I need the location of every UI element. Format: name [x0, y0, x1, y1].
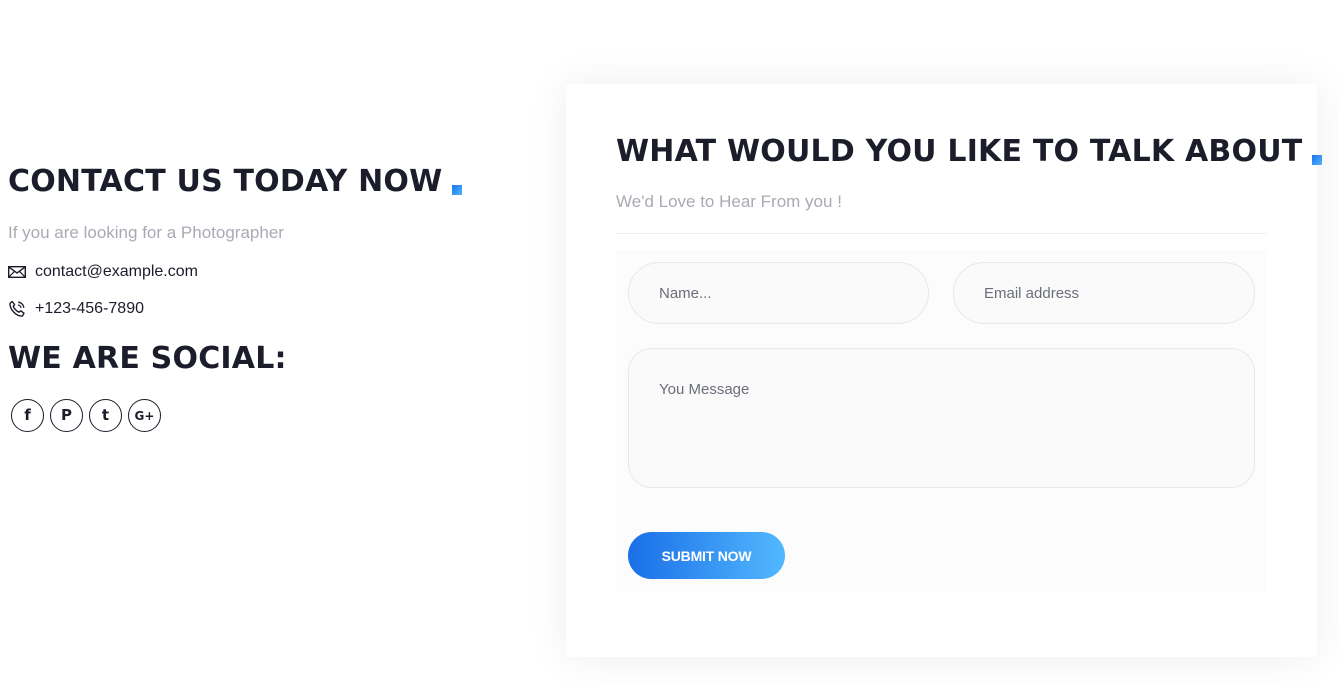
- phone-icon: [8, 300, 26, 318]
- facebook-button[interactable]: f: [11, 399, 44, 432]
- contact-subtitle: If you are looking for a Photographer: [8, 223, 284, 242]
- form-title-text: WHAT WOULD YOU LIKE TO TALK ABOUT: [616, 134, 1303, 169]
- submit-button[interactable]: SUBMIT NOW: [628, 532, 785, 579]
- google-plus-icon: G+: [134, 408, 155, 423]
- form-divider: [616, 233, 1267, 234]
- contact-title-text: CONTACT US TODAY NOW: [8, 164, 443, 199]
- message-textarea[interactable]: [628, 348, 1255, 488]
- twitter-icon: t: [101, 406, 110, 424]
- facebook-icon: f: [24, 406, 31, 424]
- pinterest-icon: P: [61, 406, 72, 424]
- google-plus-button[interactable]: G+: [128, 399, 161, 432]
- contact-email[interactable]: contact@example.com: [35, 263, 198, 281]
- email-input[interactable]: [953, 262, 1255, 324]
- social-title: WE ARE SOCIAL:: [8, 341, 287, 376]
- envelope-icon: [8, 263, 26, 281]
- pinterest-button[interactable]: P: [50, 399, 83, 432]
- title-accent-square: [452, 185, 463, 195]
- contact-form: SUBMIT NOW: [616, 250, 1267, 592]
- form-title-accent-square: [1312, 155, 1323, 165]
- form-title: WHAT WOULD YOU LIKE TO TALK ABOUT: [616, 132, 1323, 172]
- contact-phone-row: +123-456-7890: [8, 298, 144, 320]
- twitter-button[interactable]: t: [89, 399, 122, 432]
- social-links: f P t G+: [11, 399, 161, 432]
- name-input[interactable]: [628, 262, 929, 324]
- contact-title: CONTACT US TODAY NOW: [8, 162, 463, 202]
- contact-email-row: contact@example.com: [8, 261, 198, 283]
- contact-form-card: WHAT WOULD YOU LIKE TO TALK ABOUT We'd L…: [566, 84, 1323, 657]
- form-subtitle: We'd Love to Hear From you !: [616, 192, 842, 211]
- contact-phone[interactable]: +123-456-7890: [35, 300, 144, 318]
